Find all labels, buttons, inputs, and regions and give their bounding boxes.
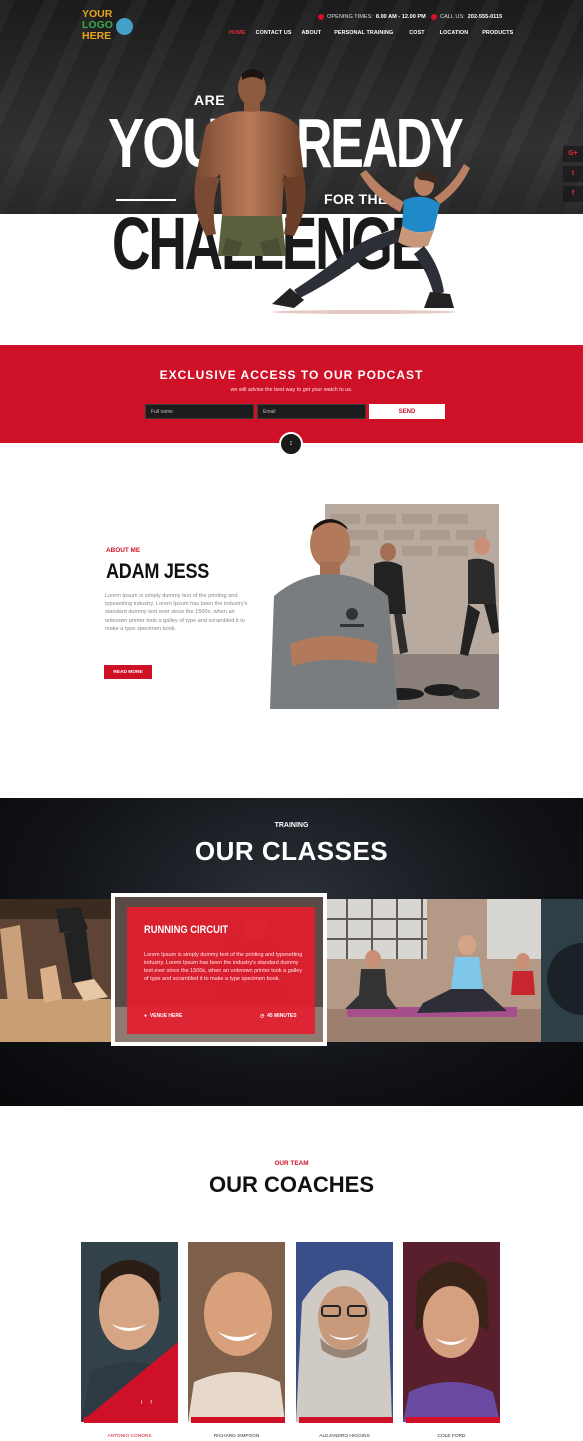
hero-female-athlete-image [272,164,470,314]
opening-times-label: OPENING TIMES: [327,14,373,20]
scroll-toggle-button[interactable]: ↕ [279,432,303,456]
nav-about[interactable]: ABOUT [297,30,327,36]
hero-section: YOUR LOGO HERE OPENING TIMES: 8.00 AM - … [0,0,583,345]
nav-contact-us[interactable]: CONTACT US [251,30,297,36]
class-duration-text: 45 MINUTES [267,1013,297,1019]
location-pin-icon: ● [144,1013,148,1019]
full-name-input[interactable] [145,404,254,419]
coach-accent-bar [191,1417,285,1423]
coach-name: COLE FORD [437,1434,466,1439]
main-nav: HOME CONTACT US ABOUT PERSONAL TRAINING … [224,30,520,36]
coach-photo [81,1242,178,1422]
facebook-icon[interactable]: f [563,186,583,202]
coach-card[interactable]: ALEJANDRO HIGGINS [296,1242,393,1439]
coach-photo-frame [296,1242,393,1422]
opening-times: OPENING TIMES: 8.00 AM - 12.00 PM [318,12,426,22]
phone-label: CALL US: [440,14,465,20]
classes-kicker: TRAINING [274,822,309,829]
read-more-button[interactable]: READ MORE [104,665,152,679]
coaches-kicker: OUR TEAM [274,1160,309,1167]
class-name: RUNNING CIRCUIT [144,924,229,936]
class-card-running-circuit[interactable]: RUNNING CIRCUIT Lorem Ipsum is simply du… [111,893,327,1046]
facebook-icon[interactable]: f [150,1400,151,1406]
class-duration: ◷ 45 MINUTES [260,1013,297,1019]
twitter-icon[interactable]: t [563,166,583,182]
class-venue-text: VENUE HERE [149,1013,183,1019]
coach-name: RICHARD SIMPSON [213,1434,260,1439]
class-yoga-image [327,899,541,1042]
twitter-icon[interactable]: t [141,1400,142,1406]
class-description: Lorem Ipsum is simply dummy text of the … [144,952,303,982]
nav-home[interactable]: HOME [224,30,251,36]
nav-cost[interactable]: COST [401,30,432,36]
about-text: Lorem Ipsum is simply dummy text of the … [105,593,248,632]
class-card-partial[interactable] [541,899,583,1042]
google-plus-icon[interactable]: G+ [563,146,583,162]
opening-times-value: 8.00 AM - 12.00 PM [375,14,426,20]
about-name: ADAM JESS [106,560,210,583]
about-kicker: ABOUT ME [106,547,141,554]
coach-accent-bar [84,1417,178,1423]
class-overlay: RUNNING CIRCUIT Lorem Ipsum is simply du… [127,907,315,1034]
class-card-yoga[interactable] [327,899,541,1042]
class-partial-image [541,899,583,1042]
coaches-title: OUR COACHES [208,1172,374,1197]
coach-photo-frame [188,1242,285,1422]
class-venue: ● VENUE HERE [144,1013,182,1019]
clock-icon: ◷ [260,1013,265,1019]
site-logo[interactable]: YOUR LOGO HERE [82,9,136,45]
podcast-signup-band: EXCLUSIVE ACCESS TO OUR PODCAST we will … [0,345,583,443]
coach-photo [188,1242,285,1422]
coach-card[interactable]: RICHARD SIMPSON [188,1242,285,1439]
coach-card[interactable]: t f ANTONIO CONORS [81,1242,178,1439]
classes-section: TRAINING OUR CLASSES RUNNING CIRCUIT Lor… [0,798,583,1106]
chevron-up-down-icon: ↕ [289,440,293,447]
podcast-title: EXCLUSIVE ACCESS TO OUR PODCAST [159,368,424,382]
about-trainer-photo [270,504,499,709]
phone-icon [431,14,437,20]
coach-photo-frame: t f [81,1242,178,1422]
coach-photo [403,1242,500,1422]
coach-card[interactable]: COLE FORD [403,1242,500,1439]
podcast-subtitle: we will advise the best way to get your … [230,387,353,393]
nav-products[interactable]: PRODUCTS [475,30,520,36]
logo-circle-icon [116,18,133,35]
coach-photo [296,1242,393,1422]
coach-social-links: t f [141,1400,152,1406]
phone-value[interactable]: 202-555-0115 [468,14,503,20]
send-button[interactable]: SEND [369,404,445,419]
nav-personal-training[interactable]: PERSONAL TRAINING [326,30,401,36]
classes-title: OUR CLASSES [194,836,389,866]
email-input[interactable] [257,404,366,419]
nav-location[interactable]: LOCATION [433,30,476,36]
phone-info: CALL US: 202-555-0115 [431,12,502,22]
class-card-dance[interactable] [0,899,111,1042]
coach-accent-bar [406,1417,500,1423]
coach-name: ANTONIO CONORS [107,1434,152,1439]
social-rail: G+ t f [563,146,583,202]
class-dance-image [0,899,111,1042]
coach-accent-bar [299,1417,393,1423]
clock-icon [318,14,324,20]
coach-name: ALEJANDRO HIGGINS [319,1434,370,1439]
coach-photo-frame [403,1242,500,1422]
